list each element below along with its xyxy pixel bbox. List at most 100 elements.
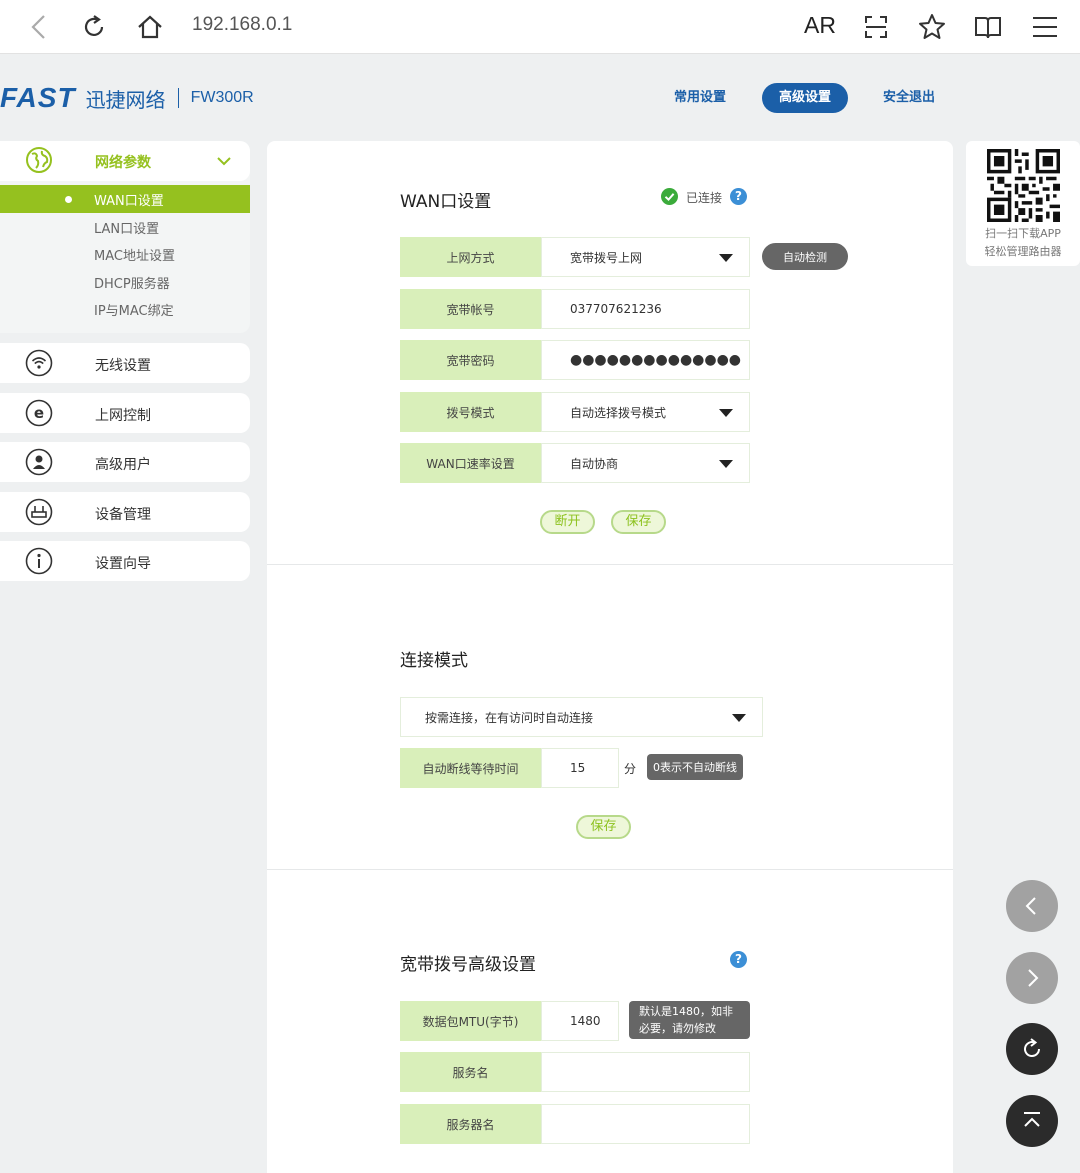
model-name: FW300R — [190, 89, 254, 106]
account-value: 037707621236 — [570, 302, 662, 316]
wan-speed-select[interactable]: 自动协商 — [541, 443, 750, 483]
logo-brand: FAST — [0, 82, 76, 113]
disconnect-button[interactable]: 断开 — [540, 510, 595, 534]
book-icon[interactable] — [969, 8, 1007, 46]
sidebar-label-wireless: 无线设置 — [95, 358, 151, 374]
row-label-server-name: 服务器名 — [400, 1104, 541, 1144]
row-label-mtu: 数据包MTU(字节) — [400, 1001, 541, 1041]
router-header: FAST 迅捷网络 FW300R 常用设置 高级设置 安全退出 — [0, 55, 1080, 140]
advanced-section-title: 宽带拨号高级设置 — [400, 955, 536, 975]
wan-speed-value: 自动协商 — [570, 456, 619, 471]
arrow-to-top-icon — [1024, 1112, 1040, 1127]
row-label-dial-mode: 拨号模式 — [400, 392, 541, 432]
sidebar-group-network: 网络参数 WAN口设置 LAN口设置 MAC地址设置 DHCP服务器 IP与MA… — [0, 141, 250, 333]
page-back-button[interactable] — [1006, 880, 1058, 932]
sidebar-subitem-lan[interactable]: LAN口设置 — [94, 218, 159, 237]
home-icon[interactable] — [131, 8, 169, 46]
row-label-account: 宽带帐号 — [400, 289, 541, 329]
sidebar-label-setup-wizard: 设置向导 — [95, 556, 151, 572]
page-reload-button[interactable] — [1006, 1023, 1058, 1075]
dropdown-caret-icon — [719, 254, 733, 262]
nav-common-settings[interactable]: 常用设置 — [660, 83, 740, 113]
mtu-input[interactable]: 1480 — [541, 1001, 619, 1041]
mtu-hint: 默认是1480，如非 必要，请勿修改 — [629, 1001, 750, 1039]
row-label-wait-time: 自动断线等待时间 — [400, 748, 541, 788]
brand-logo: FAST 迅捷网络 FW300R — [0, 82, 254, 114]
wait-time-unit: 分 — [624, 762, 637, 776]
chevron-right-icon — [1028, 969, 1039, 987]
sidebar-label-network: 网络参数 — [95, 155, 151, 171]
wan-save-button[interactable]: 保存 — [611, 510, 666, 534]
nav-advanced-settings[interactable]: 高级设置 — [762, 83, 848, 113]
help-icon[interactable]: ? — [730, 951, 747, 968]
url-text[interactable]: 192.168.0.1 — [192, 14, 292, 36]
back-icon[interactable] — [20, 8, 58, 46]
browser-toolbar: 192.168.0.1 AR — [0, 0, 1080, 54]
server-name-input[interactable] — [541, 1104, 750, 1144]
chevron-down-icon — [217, 157, 231, 166]
star-icon[interactable] — [913, 8, 951, 46]
dial-mode-select[interactable]: 自动选择拨号模式 — [541, 392, 750, 432]
mtu-hint-line1: 默认是1480，如非 — [639, 1005, 733, 1018]
menu-icon[interactable] — [1026, 8, 1064, 46]
row-label-password: 宽带密码 — [400, 340, 541, 380]
ar-button[interactable]: AR — [804, 12, 836, 39]
globe-icon — [26, 147, 52, 173]
scroll-top-button[interactable] — [1006, 1095, 1058, 1147]
internet-e-icon: e — [25, 399, 53, 427]
sidebar-item-wireless[interactable]: 无线设置 — [0, 343, 250, 383]
nav-logout[interactable]: 安全退出 — [868, 83, 950, 113]
reload-icon — [1024, 1038, 1041, 1058]
dropdown-caret-icon — [732, 714, 746, 722]
scan-icon[interactable] — [857, 8, 895, 46]
connection-mode-title: 连接模式 — [400, 651, 468, 671]
connection-mode-value: 按需连接，在有访问时自动连接 — [425, 710, 594, 725]
sidebar-label-device-management: 设备管理 — [95, 507, 151, 523]
row-label-wan-speed: WAN口速率设置 — [400, 443, 541, 483]
wait-time-hint: 0表示不自动断线 — [647, 754, 743, 780]
mtu-value: 1480 — [570, 1014, 601, 1028]
connection-save-button[interactable]: 保存 — [576, 815, 631, 839]
page-forward-button[interactable] — [1006, 952, 1058, 1004]
router-icon — [25, 498, 53, 526]
wifi-icon — [25, 349, 53, 377]
auto-detect-button[interactable]: 自动检测 — [762, 243, 848, 270]
account-input[interactable]: 037707621236 — [541, 289, 750, 329]
connected-check-icon — [661, 188, 678, 205]
sidebar-subitem-mac[interactable]: MAC地址设置 — [94, 245, 175, 264]
sidebar-item-access-control[interactable]: e 上网控制 — [0, 393, 250, 433]
mtu-hint-line2: 必要，请勿修改 — [639, 1022, 716, 1035]
info-icon — [25, 547, 53, 575]
sidebar-subitem-wan[interactable]: WAN口设置 — [94, 190, 164, 209]
sidebar-item-device-management[interactable]: 设备管理 — [0, 492, 250, 532]
sidebar-item-advanced-user[interactable]: 高级用户 — [0, 442, 250, 482]
app-qr-card: 扫一扫下载APP 轻松管理路由器 — [966, 141, 1080, 266]
dial-mode-value: 自动选择拨号模式 — [570, 405, 667, 420]
logo-separator — [177, 88, 179, 108]
sidebar-subitem-dhcp[interactable]: DHCP服务器 — [94, 273, 170, 292]
connection-status: 已连接 — [686, 191, 723, 205]
help-icon[interactable]: ? — [730, 188, 747, 205]
password-input[interactable]: ●●●●●●●●●●●●●● — [541, 340, 750, 380]
service-name-input[interactable] — [541, 1052, 750, 1092]
wan-type-select[interactable]: 宽带拨号上网 — [541, 237, 750, 277]
qr-text-line2: 轻松管理路由器 — [984, 245, 1062, 258]
sidebar-label-access-control: 上网控制 — [95, 408, 151, 424]
qr-code-icon — [987, 149, 1060, 222]
sidebar-subitem-ip-mac-bind[interactable]: IP与MAC绑定 — [94, 300, 174, 319]
wait-time-input[interactable]: 15 — [541, 748, 619, 788]
dropdown-caret-icon — [719, 460, 733, 468]
logo-cn: 迅捷网络 — [85, 87, 166, 112]
active-dot — [65, 196, 72, 203]
section-divider — [267, 869, 953, 870]
dropdown-caret-icon — [719, 409, 733, 417]
section-divider — [267, 564, 953, 565]
user-icon — [25, 448, 53, 476]
row-label-wan-type: 上网方式 — [400, 237, 541, 277]
sidebar-item-network[interactable]: 网络参数 — [0, 141, 250, 181]
refresh-icon[interactable] — [75, 8, 113, 46]
row-label-service-name: 服务名 — [400, 1052, 541, 1092]
sidebar-item-setup-wizard[interactable]: 设置向导 — [0, 541, 250, 581]
connection-mode-select[interactable]: 按需连接，在有访问时自动连接 — [400, 697, 763, 737]
wan-type-value: 宽带拨号上网 — [570, 250, 643, 265]
